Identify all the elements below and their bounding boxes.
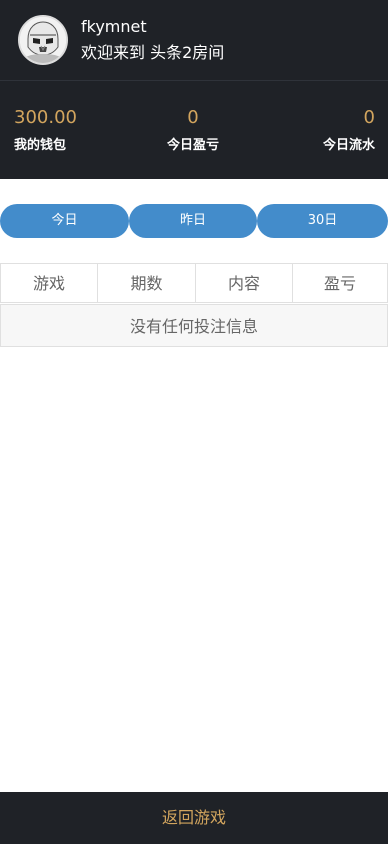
tab-today[interactable]: 今日 [0,204,129,238]
empty-message: 没有任何投注信息 [0,304,388,347]
date-tabs: 今日 昨日 30日 [0,204,388,238]
today-profit-value: 0 [187,107,199,128]
back-to-game-button[interactable]: 返回游戏 [0,792,388,844]
column-header-profit: 盈亏 [292,263,388,303]
stats-panel: 300.00 我的钱包 0 今日盈亏 0 今日流水 [0,81,388,179]
today-turnover-label: 今日流水 [322,138,375,153]
username: fkymnet [81,17,147,36]
tab-30-days[interactable]: 30日 [257,204,388,238]
user-header: fkymnet 欢迎来到 头条2房间 [0,0,388,81]
column-header-period: 期数 [97,263,196,303]
column-header-content: 内容 [195,263,293,303]
stormtrooper-avatar-icon[interactable] [18,15,68,65]
column-header-game: 游戏 [0,263,98,303]
tab-yesterday[interactable]: 昨日 [129,204,257,238]
welcome-message: 欢迎来到 头条2房间 [81,43,225,62]
today-turnover-value: 0 [363,107,375,128]
